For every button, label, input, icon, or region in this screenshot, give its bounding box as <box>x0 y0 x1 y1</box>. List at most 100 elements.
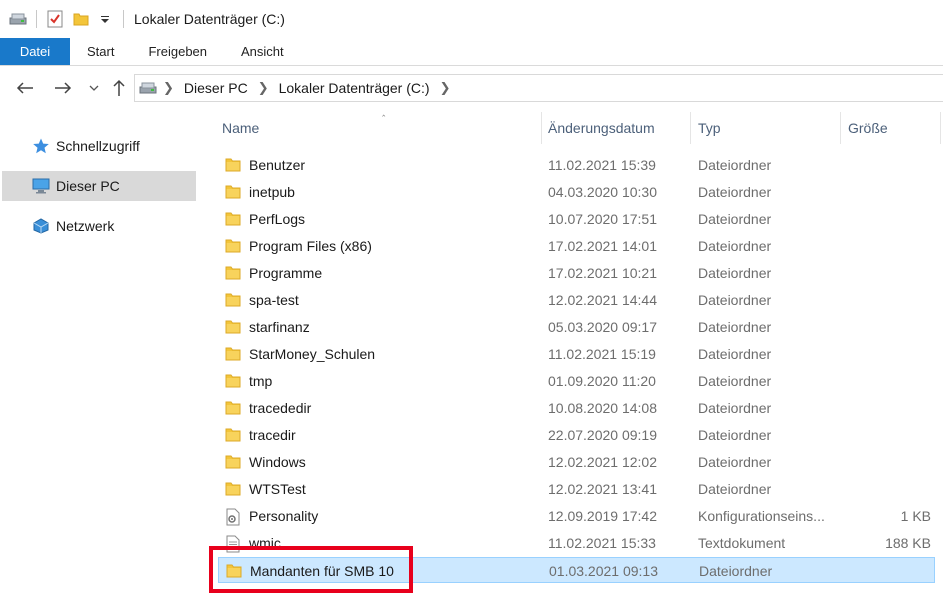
file-type: Dateiordner <box>698 292 772 308</box>
file-name: Programme <box>249 265 323 281</box>
sidebar-item-label: Netzwerk <box>56 218 115 234</box>
file-name: starfinanz <box>249 319 310 335</box>
column-divider[interactable] <box>840 112 841 144</box>
file-type: Dateiordner <box>698 454 772 470</box>
file-name: tracededir <box>249 400 312 416</box>
column-label: Größe <box>848 119 888 136</box>
file-date: 12.02.2021 12:02 <box>548 454 657 470</box>
file-date: 01.09.2020 11:20 <box>548 373 656 389</box>
sidebar-item-netzwerk[interactable]: Netzwerk <box>2 211 196 241</box>
file-row[interactable]: Benutzer 11.02.2021 15:39 Dateiordner <box>218 152 935 178</box>
folder-icon <box>225 292 241 307</box>
file-row[interactable]: Windows 12.02.2021 12:02 Dateiordner <box>218 449 935 475</box>
file-name: Program Files (x86) <box>249 238 372 254</box>
file-type: Dateiordner <box>698 157 772 173</box>
column-header-date[interactable]: Änderungsdatum <box>548 110 698 145</box>
folder-icon <box>225 319 241 334</box>
file-row[interactable]: PerfLogs 10.07.2020 17:51 Dateiordner <box>218 206 935 232</box>
file-date: 11.02.2021 15:33 <box>548 535 656 551</box>
file-row[interactable]: tmp 01.09.2020 11:20 Dateiordner <box>218 368 935 394</box>
file-name: WTSTest <box>249 481 306 497</box>
tab-start[interactable]: Start <box>70 38 131 65</box>
sort-ascending-icon: ‸ <box>382 106 386 117</box>
file-row[interactable]: StarMoney_Schulen 11.02.2021 15:19 Dateior… <box>218 341 935 367</box>
folder-icon <box>225 427 241 442</box>
file-row[interactable]: tracededir 10.08.2020 14:08 Dateiordner <box>218 395 935 421</box>
recent-locations-button[interactable] <box>81 75 107 101</box>
file-name: tracedir <box>249 427 296 443</box>
file-row[interactable]: inetpub 04.03.2020 10:30 Dateiordner <box>218 179 935 205</box>
ribbon-tabs: Datei Start Freigeben Ansicht <box>0 38 943 66</box>
file-name: PerfLogs <box>249 211 306 227</box>
customize-toolbar-icon[interactable] <box>95 9 115 29</box>
column-header-size[interactable]: Größe <box>848 110 938 145</box>
file-row[interactable]: Personality 12.09.2019 17:42 Konfiguration… <box>218 503 935 529</box>
file-row[interactable]: Programme 17.02.2021 10:21 Dateiordner <box>218 260 935 286</box>
navigation-pane: Schnellzugriff Dieser PC Netzwerk <box>0 110 200 598</box>
column-header-name[interactable]: Name ‸ <box>222 106 542 145</box>
file-date: 11.02.2021 15:39 <box>548 157 656 173</box>
folder-icon <box>225 481 241 496</box>
network-icon <box>32 218 50 234</box>
file-type: Dateiordner <box>698 238 772 254</box>
column-label: Typ <box>698 119 721 136</box>
column-divider[interactable] <box>690 112 691 144</box>
new-folder-icon[interactable] <box>71 9 91 29</box>
navigation-bar: ❯ Dieser PC ❯ Lokaler Datenträger (C:) ❯ <box>0 66 943 110</box>
sidebar-item-label: Schnellzugriff <box>56 138 140 154</box>
tab-ansicht[interactable]: Ansicht <box>224 38 301 65</box>
folder-icon <box>225 400 241 415</box>
file-row[interactable]: spa-test 12.02.2021 14:44 Dateiordner <box>218 287 935 313</box>
sidebar-item-schnellzugriff[interactable]: Schnellzugriff <box>2 131 196 161</box>
file-date: 12.09.2019 17:42 <box>548 508 657 524</box>
up-arrow-icon <box>113 79 125 96</box>
folder-icon <box>225 157 241 172</box>
file-name: inetpub <box>249 184 295 200</box>
tab-datei[interactable]: Datei <box>0 38 70 65</box>
address-bar[interactable]: ❯ Dieser PC ❯ Lokaler Datenträger (C:) ❯ <box>134 74 943 102</box>
drive-icon[interactable] <box>8 9 28 29</box>
file-date: 10.07.2020 17:51 <box>548 211 657 227</box>
file-type: Textdokument <box>698 535 786 551</box>
sidebar-item-label: Dieser PC <box>56 178 120 194</box>
breadcrumb-separator-icon[interactable]: ❯ <box>434 80 457 96</box>
file-size: 1 KB <box>900 508 931 524</box>
file-date: 12.02.2021 13:41 <box>548 481 657 497</box>
column-label: Name <box>222 119 260 136</box>
config-file-icon <box>225 508 241 526</box>
back-button[interactable] <box>12 75 38 101</box>
column-divider[interactable] <box>940 112 941 144</box>
title-bar: Lokaler Datenträger (C:) <box>0 0 943 38</box>
file-date: 05.03.2020 09:17 <box>548 319 657 335</box>
up-button[interactable] <box>106 75 132 101</box>
star-icon <box>32 138 50 154</box>
column-header-type[interactable]: Typ <box>698 110 838 145</box>
forward-button[interactable] <box>50 75 76 101</box>
file-name: Personality <box>249 508 319 524</box>
file-row[interactable]: starfinanz 05.03.2020 09:17 Dateiordner <box>218 314 935 340</box>
breadcrumb-local-disk[interactable]: Lokaler Datenträger (C:) <box>275 80 434 96</box>
file-row[interactable]: tracedir 22.07.2020 09:19 Dateiordner <box>218 422 935 448</box>
file-row[interactable]: WTSTest 12.02.2021 13:41 Dateiordner <box>218 476 935 502</box>
file-date: 04.03.2020 10:30 <box>548 184 657 200</box>
quick-access-toolbar <box>0 0 132 38</box>
breadcrumb-separator-icon[interactable]: ❯ <box>157 80 180 96</box>
file-name: Windows <box>249 454 306 470</box>
chevron-down-icon <box>89 85 99 91</box>
file-row[interactable]: Program Files (x86) 17.02.2021 14:01 Datei… <box>218 233 935 259</box>
folder-icon <box>225 238 241 253</box>
breadcrumb-dieser-pc[interactable]: Dieser PC <box>180 80 252 96</box>
folder-icon <box>225 184 241 199</box>
column-divider[interactable] <box>541 112 542 144</box>
back-arrow-icon <box>16 82 33 94</box>
file-list: Name ‸ Änderungsdatum Typ Größe Benutzer… <box>212 106 943 598</box>
file-type: Dateiordner <box>698 400 772 416</box>
file-date: 12.02.2021 14:44 <box>548 292 657 308</box>
tab-freigeben[interactable]: Freigeben <box>131 38 224 65</box>
properties-icon[interactable] <box>45 9 65 29</box>
breadcrumb-separator-icon[interactable]: ❯ <box>252 80 275 96</box>
file-name: spa-test <box>249 292 299 308</box>
sidebar-item-dieser-pc[interactable]: Dieser PC <box>2 171 196 201</box>
file-name: StarMoney_Schulen <box>249 346 376 362</box>
forward-arrow-icon <box>55 82 72 94</box>
